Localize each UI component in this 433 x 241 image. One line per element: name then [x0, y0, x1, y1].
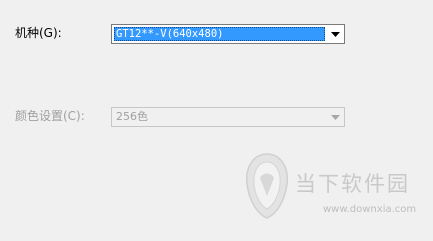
- downxia-logo-icon: [245, 153, 289, 219]
- color-setting-dropdown-value: 256色: [116, 110, 148, 123]
- model-dropdown-value: GT12**-V(640x480): [114, 27, 325, 41]
- color-setting-label: 颜色设置(C):: [15, 109, 85, 123]
- watermark-url: www.downxia.com: [323, 204, 417, 215]
- color-setting-dropdown[interactable]: 256色: [111, 107, 345, 127]
- chevron-down-icon[interactable]: [327, 108, 344, 126]
- watermark-name: 当下软件园: [295, 172, 410, 196]
- model-label: 机种(G):: [15, 26, 62, 40]
- model-dropdown[interactable]: GT12**-V(640x480): [111, 24, 345, 44]
- watermark: 当下软件园 www.downxia.com: [243, 152, 423, 224]
- chevron-down-icon[interactable]: [327, 25, 344, 43]
